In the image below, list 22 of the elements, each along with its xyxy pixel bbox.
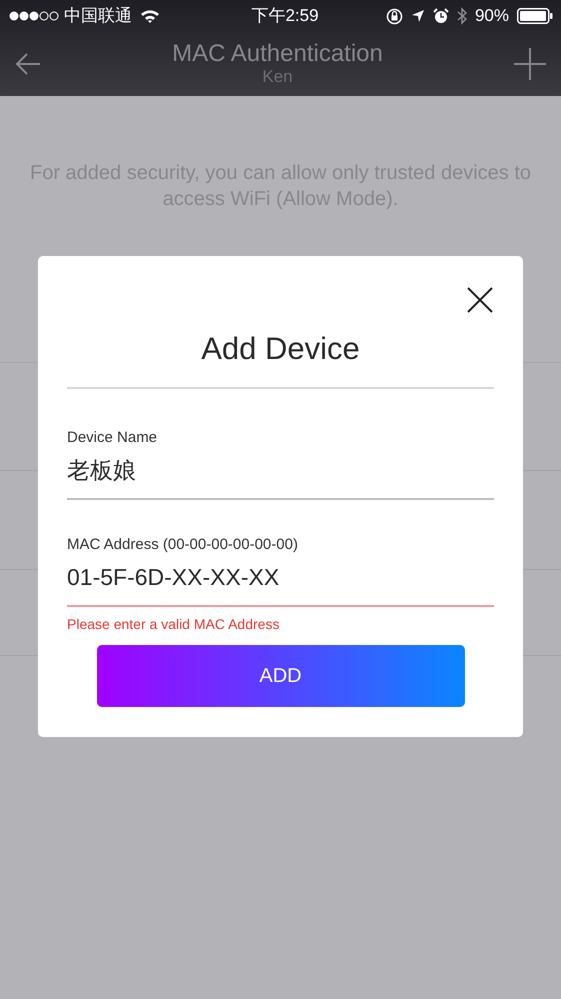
bluetooth-icon — [456, 7, 467, 25]
input-field[interactable]: 老板娘 — [67, 449, 494, 500]
field-label: MAC Address (00-00-00-00-00-00) — [67, 534, 299, 554]
close-button[interactable] — [466, 286, 494, 314]
add-device-button[interactable]: ADD — [96, 644, 464, 706]
back-button[interactable] — [14, 52, 42, 76]
location-icon — [410, 9, 425, 23]
rotation-lock-icon — [386, 8, 403, 24]
battery-percent: 90% — [474, 5, 509, 28]
input-field[interactable]: 01-5F-6D-XX-XX-XX — [67, 556, 494, 606]
wifi-icon — [140, 9, 160, 23]
screen-subtitle: Ken — [261, 68, 294, 87]
add-button[interactable] — [512, 47, 547, 81]
status-time: 下午2:59 — [251, 5, 319, 28]
screen-title: MAC Authentication — [172, 41, 383, 68]
carrier-name: 中国联通 — [64, 5, 132, 28]
error-message: Please enter a valid MAC Address — [67, 614, 280, 634]
field-label: Device Name — [67, 428, 158, 448]
dialog-title: Add Device — [200, 330, 361, 368]
alarm-icon — [432, 8, 449, 24]
battery-icon — [517, 8, 553, 24]
signal-icon — [8, 10, 60, 22]
